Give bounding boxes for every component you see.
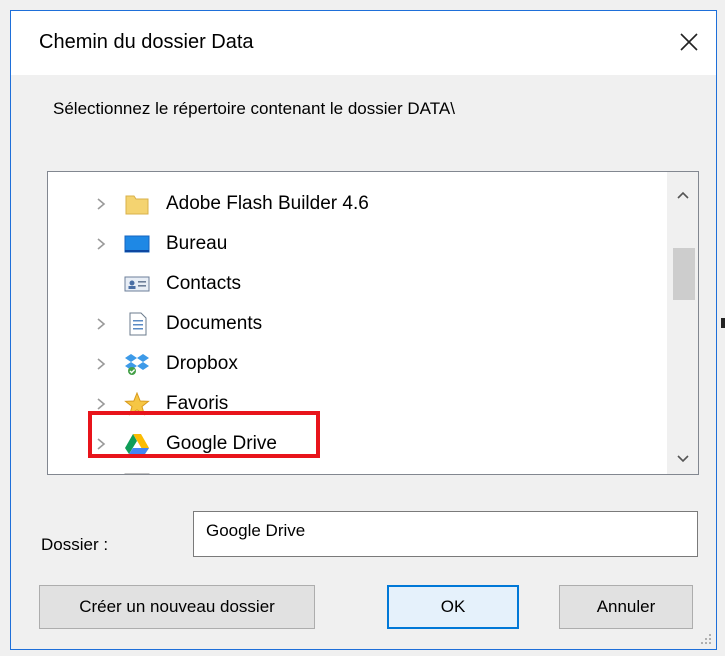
edge-mark xyxy=(721,318,725,328)
scroll-down-button[interactable] xyxy=(667,444,698,474)
chevron-up-icon xyxy=(676,191,689,199)
title-bar: Chemin du dossier Data xyxy=(11,11,716,75)
folder-field[interactable] xyxy=(193,511,698,557)
new-folder-button[interactable]: Créer un nouveau dossier xyxy=(39,585,315,629)
scroll-thumb[interactable] xyxy=(673,248,695,300)
tree-item-partial[interactable] xyxy=(48,466,668,474)
tree-item-label: Bureau xyxy=(166,233,228,254)
folder-icon xyxy=(124,473,150,474)
chevron-down-icon xyxy=(676,455,689,463)
tree-item-adobe-flash-builder[interactable]: Adobe Flash Builder 4.6 xyxy=(48,186,668,222)
tree-scrollbar[interactable] xyxy=(667,172,698,474)
chevron-right-icon[interactable] xyxy=(94,317,108,331)
tree-item-dropbox[interactable]: Dropbox xyxy=(48,346,668,382)
contacts-icon xyxy=(124,276,150,292)
documents-icon xyxy=(129,312,147,336)
ok-button[interactable]: OK xyxy=(387,585,519,629)
tree-item-label: Documents xyxy=(166,313,263,334)
highlight-box xyxy=(88,411,320,458)
scroll-up-button[interactable] xyxy=(667,180,698,210)
cancel-button[interactable]: Annuler xyxy=(559,585,693,629)
tree-item-bureau[interactable]: Bureau xyxy=(48,226,668,262)
tree-item-label: Dropbox xyxy=(166,353,238,374)
tree-item-label: Contacts xyxy=(166,273,241,294)
tree-item-documents[interactable]: Documents xyxy=(48,306,668,342)
chevron-right-icon[interactable] xyxy=(94,397,108,411)
folder-dialog: Chemin du dossier Data Sélectionnez le r… xyxy=(10,10,717,650)
close-button[interactable] xyxy=(668,21,710,63)
close-icon xyxy=(680,33,698,51)
desktop-icon xyxy=(124,235,150,253)
resize-grip-icon[interactable] xyxy=(698,631,712,645)
tree-item-contacts[interactable]: Contacts xyxy=(48,266,668,302)
dropbox-icon xyxy=(125,354,149,375)
chevron-right-icon[interactable] xyxy=(94,197,108,211)
instruction-text: Sélectionnez le répertoire contenant le … xyxy=(53,99,455,118)
folder-icon xyxy=(125,195,149,215)
dialog-title: Chemin du dossier Data xyxy=(39,31,254,53)
tree-item-label: Adobe Flash Builder 4.6 xyxy=(166,193,369,214)
chevron-right-icon[interactable] xyxy=(94,357,108,371)
folder-label: Dossier : xyxy=(41,535,109,554)
chevron-right-icon[interactable] xyxy=(94,237,108,251)
